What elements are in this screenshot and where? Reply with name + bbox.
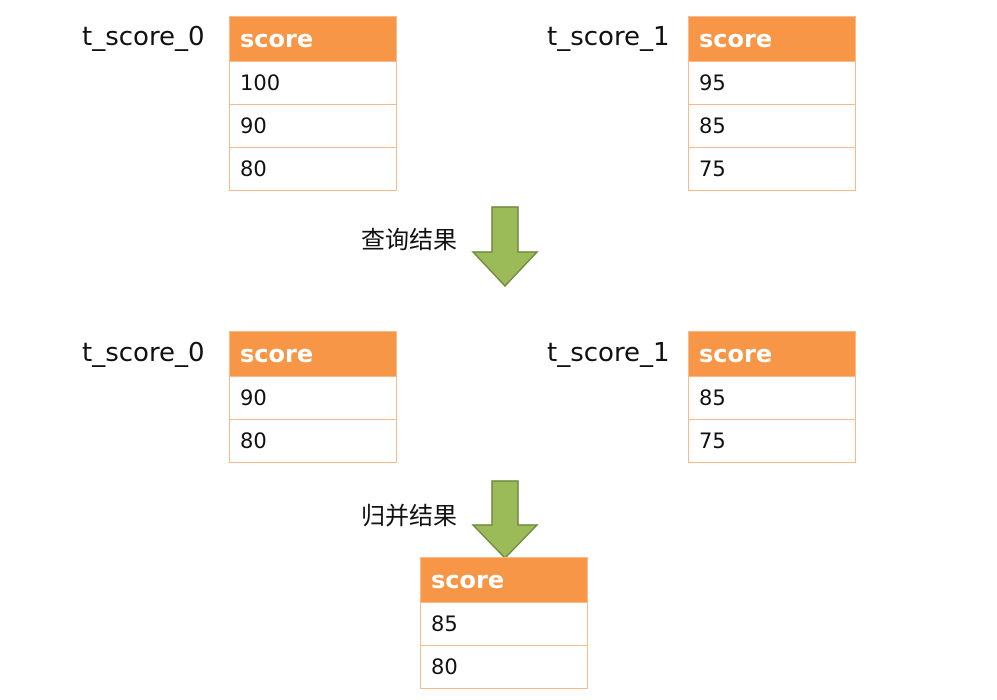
arrow-label: 归并结果 xyxy=(361,502,457,530)
table-row: 75 xyxy=(689,147,855,190)
table-label: t_score_0 xyxy=(82,22,205,52)
table-label: t_score_1 xyxy=(547,22,670,52)
table-row: 95 xyxy=(689,61,855,104)
merged-result-table: score 85 80 xyxy=(420,557,588,689)
table-t-score-1: score 95 85 75 xyxy=(688,16,856,191)
table-t-score-1-result: score 85 75 xyxy=(688,331,856,463)
down-arrow-icon xyxy=(471,480,539,560)
table-t-score-0: score 100 90 80 xyxy=(229,16,397,191)
table-t-score-0-result: score 90 80 xyxy=(229,331,397,463)
table-label: t_score_0 xyxy=(82,338,205,368)
table-row: 80 xyxy=(230,419,396,462)
table-row: 75 xyxy=(689,419,855,462)
table-row: 85 xyxy=(689,104,855,147)
table-row: 100 xyxy=(230,61,396,104)
table-label: t_score_1 xyxy=(547,338,670,368)
down-arrow-icon xyxy=(471,206,539,288)
table-row: 80 xyxy=(230,147,396,190)
table-row: 85 xyxy=(689,376,855,419)
table-row: 80 xyxy=(421,645,587,688)
column-header: score xyxy=(421,558,587,602)
table-row: 90 xyxy=(230,376,396,419)
table-row: 85 xyxy=(421,602,587,645)
column-header: score xyxy=(689,332,855,376)
column-header: score xyxy=(230,332,396,376)
table-row: 90 xyxy=(230,104,396,147)
column-header: score xyxy=(230,17,396,61)
column-header: score xyxy=(689,17,855,61)
arrow-label: 查询结果 xyxy=(361,226,457,254)
